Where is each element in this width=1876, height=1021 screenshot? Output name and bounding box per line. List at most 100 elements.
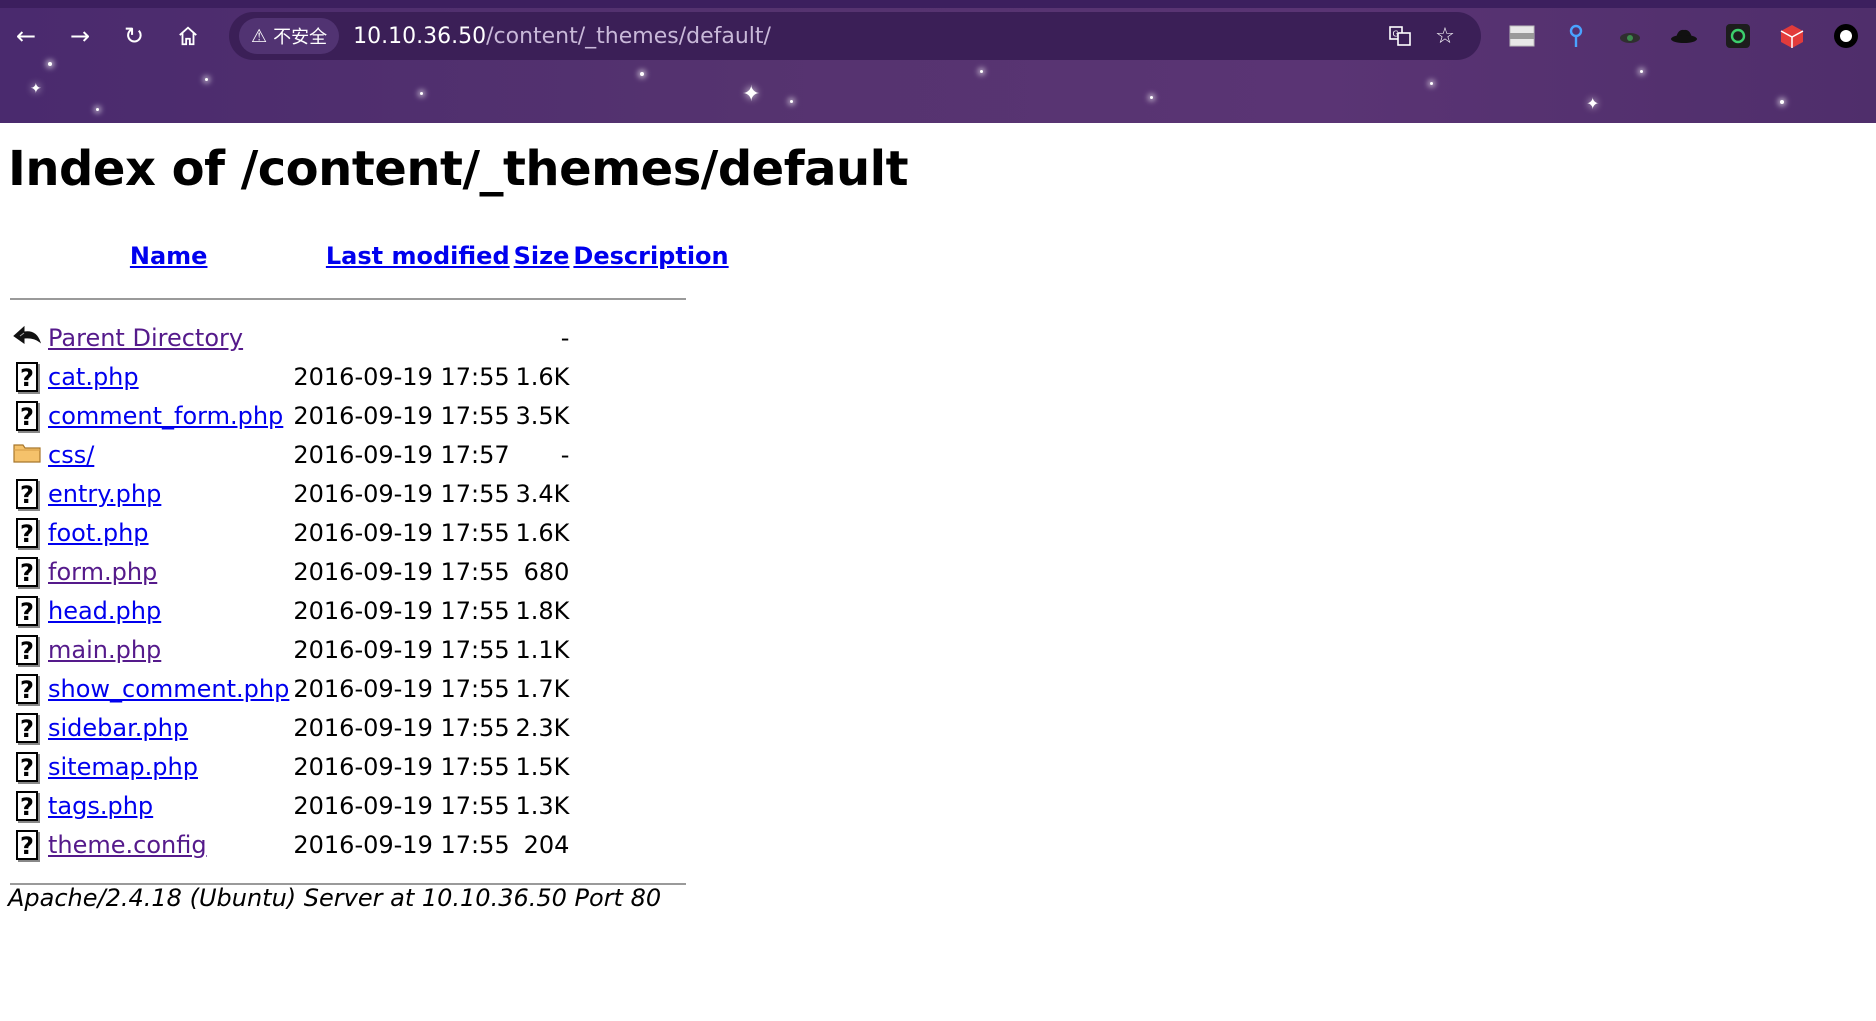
file-link[interactable]: sidebar.php <box>48 714 188 742</box>
sort-by-description-link[interactable]: Description <box>573 242 728 270</box>
home-button[interactable] <box>170 18 206 54</box>
description-cell <box>571 474 730 513</box>
name-cell: Parent Directory <box>46 318 291 357</box>
svg-text:G: G <box>1393 30 1399 39</box>
table-row: ? entry.php 2016-09-19 17:55 3.4K <box>8 474 731 513</box>
icon-cell: ? <box>8 669 46 708</box>
icon-cell: ? <box>8 825 46 864</box>
theme-star <box>96 108 99 111</box>
description-cell <box>571 435 730 474</box>
reload-icon: ↻ <box>123 22 145 50</box>
file-link[interactable]: head.php <box>48 597 161 625</box>
icon-cell: ? <box>8 357 46 396</box>
extension-button[interactable] <box>1616 22 1644 50</box>
modified-cell: 2016-09-19 17:55 <box>293 401 510 430</box>
size-cell: - <box>560 323 570 352</box>
file-link[interactable]: comment_form.php <box>48 402 283 430</box>
file-link[interactable]: entry.php <box>48 480 161 508</box>
description-cell <box>571 591 730 630</box>
theme-star <box>1150 96 1153 99</box>
file-link[interactable]: cat.php <box>48 363 139 391</box>
unknown-file-icon: ? <box>16 400 38 431</box>
description-cell <box>571 630 730 669</box>
url-host: 10.10.36.50 <box>353 23 487 49</box>
unknown-file-icon: ? <box>16 517 38 548</box>
window-icon <box>1509 25 1535 47</box>
file-link[interactable]: foot.php <box>48 519 149 547</box>
icon-cell: ? <box>8 474 46 513</box>
icon-cell: ? <box>8 630 46 669</box>
modified-cell: 2016-09-19 17:55 <box>293 674 510 703</box>
size-cell: 1.6K <box>515 362 570 391</box>
translate-button[interactable]: G <box>1384 20 1416 52</box>
address-bar[interactable]: ⚠ 不安全 10.10.36.50/content/_themes/defaul… <box>229 12 1481 60</box>
profile-button[interactable] <box>1832 22 1860 50</box>
description-cell <box>571 747 730 786</box>
theme-sparkle: ✦ <box>30 81 42 97</box>
theme-star <box>1780 100 1784 104</box>
file-table: Name Last modified Size Description Pare… <box>8 233 731 903</box>
file-link[interactable]: tags.php <box>48 792 153 820</box>
extension-button[interactable] <box>1508 22 1536 50</box>
size-cell: 204 <box>523 830 570 859</box>
icon-cell <box>8 435 46 474</box>
description-cell <box>571 786 730 825</box>
file-link[interactable]: sitemap.php <box>48 753 198 781</box>
table-row: ? sitemap.php 2016-09-19 17:55 1.5K <box>8 747 731 786</box>
modified-column-header[interactable]: Last modified <box>291 233 511 279</box>
hat-icon <box>1620 33 1640 43</box>
security-indicator[interactable]: ⚠ 不安全 <box>239 18 340 54</box>
table-row: ? sidebar.php 2016-09-19 17:55 2.3K <box>8 708 731 747</box>
description-cell <box>571 513 730 552</box>
name-cell: form.php <box>46 552 291 591</box>
icon-column-header <box>8 233 46 279</box>
warning-icon: ⚠ <box>251 25 268 47</box>
name-cell: show_comment.php <box>46 669 291 708</box>
name-cell: tags.php <box>46 786 291 825</box>
tab-strip <box>0 0 1876 8</box>
name-cell: entry.php <box>46 474 291 513</box>
file-link[interactable]: theme.config <box>48 831 207 859</box>
extension-button[interactable] <box>1724 22 1752 50</box>
theme-star <box>790 100 793 103</box>
sort-by-size-link[interactable]: Size <box>514 242 570 270</box>
forward-button[interactable]: → <box>62 18 98 54</box>
table-row: ? theme.config 2016-09-19 17:55 204 <box>8 825 731 864</box>
sort-by-name-link[interactable]: Name <box>130 242 208 270</box>
reload-button[interactable]: ↻ <box>116 18 152 54</box>
unknown-file-icon: ? <box>16 829 38 860</box>
description-column-header[interactable]: Description <box>571 233 730 279</box>
unknown-file-icon: ? <box>16 673 38 704</box>
divider-cell <box>8 279 731 318</box>
file-link[interactable]: css/ <box>48 441 94 469</box>
size-column-header[interactable]: Size <box>512 233 572 279</box>
sort-by-modified-link[interactable]: Last modified <box>326 242 510 270</box>
table-row: ? tags.php 2016-09-19 17:55 1.3K <box>8 786 731 825</box>
file-link[interactable]: show_comment.php <box>48 675 289 703</box>
home-icon <box>179 26 197 46</box>
name-cell: head.php <box>46 591 291 630</box>
back-button[interactable]: ← <box>8 18 44 54</box>
parent-directory-link[interactable]: Parent Directory <box>48 324 243 352</box>
modified-cell: 2016-09-19 17:55 <box>293 362 510 391</box>
cube-icon <box>1780 25 1804 48</box>
description-cell <box>571 552 730 591</box>
extension-button[interactable] <box>1562 22 1590 50</box>
file-link[interactable]: form.php <box>48 558 157 586</box>
unknown-file-icon: ? <box>16 361 38 392</box>
bookmark-button[interactable]: ☆ <box>1429 20 1461 52</box>
url-path: /content/_themes/default/ <box>486 23 771 49</box>
url-text[interactable]: 10.10.36.50/content/_themes/default/ <box>353 24 771 49</box>
arrow-right-icon: → <box>69 22 91 50</box>
modified-cell: 2016-09-19 17:55 <box>293 518 510 547</box>
name-column-header[interactable]: Name <box>46 233 291 279</box>
extension-button[interactable] <box>1778 22 1806 50</box>
description-cell <box>571 318 730 357</box>
description-cell <box>571 357 730 396</box>
profile-icon <box>1834 24 1858 48</box>
theme-star <box>48 62 52 66</box>
extension-button[interactable] <box>1670 22 1698 50</box>
size-cell: 3.5K <box>515 401 570 430</box>
folder-icon <box>13 443 41 463</box>
file-link[interactable]: main.php <box>48 636 161 664</box>
